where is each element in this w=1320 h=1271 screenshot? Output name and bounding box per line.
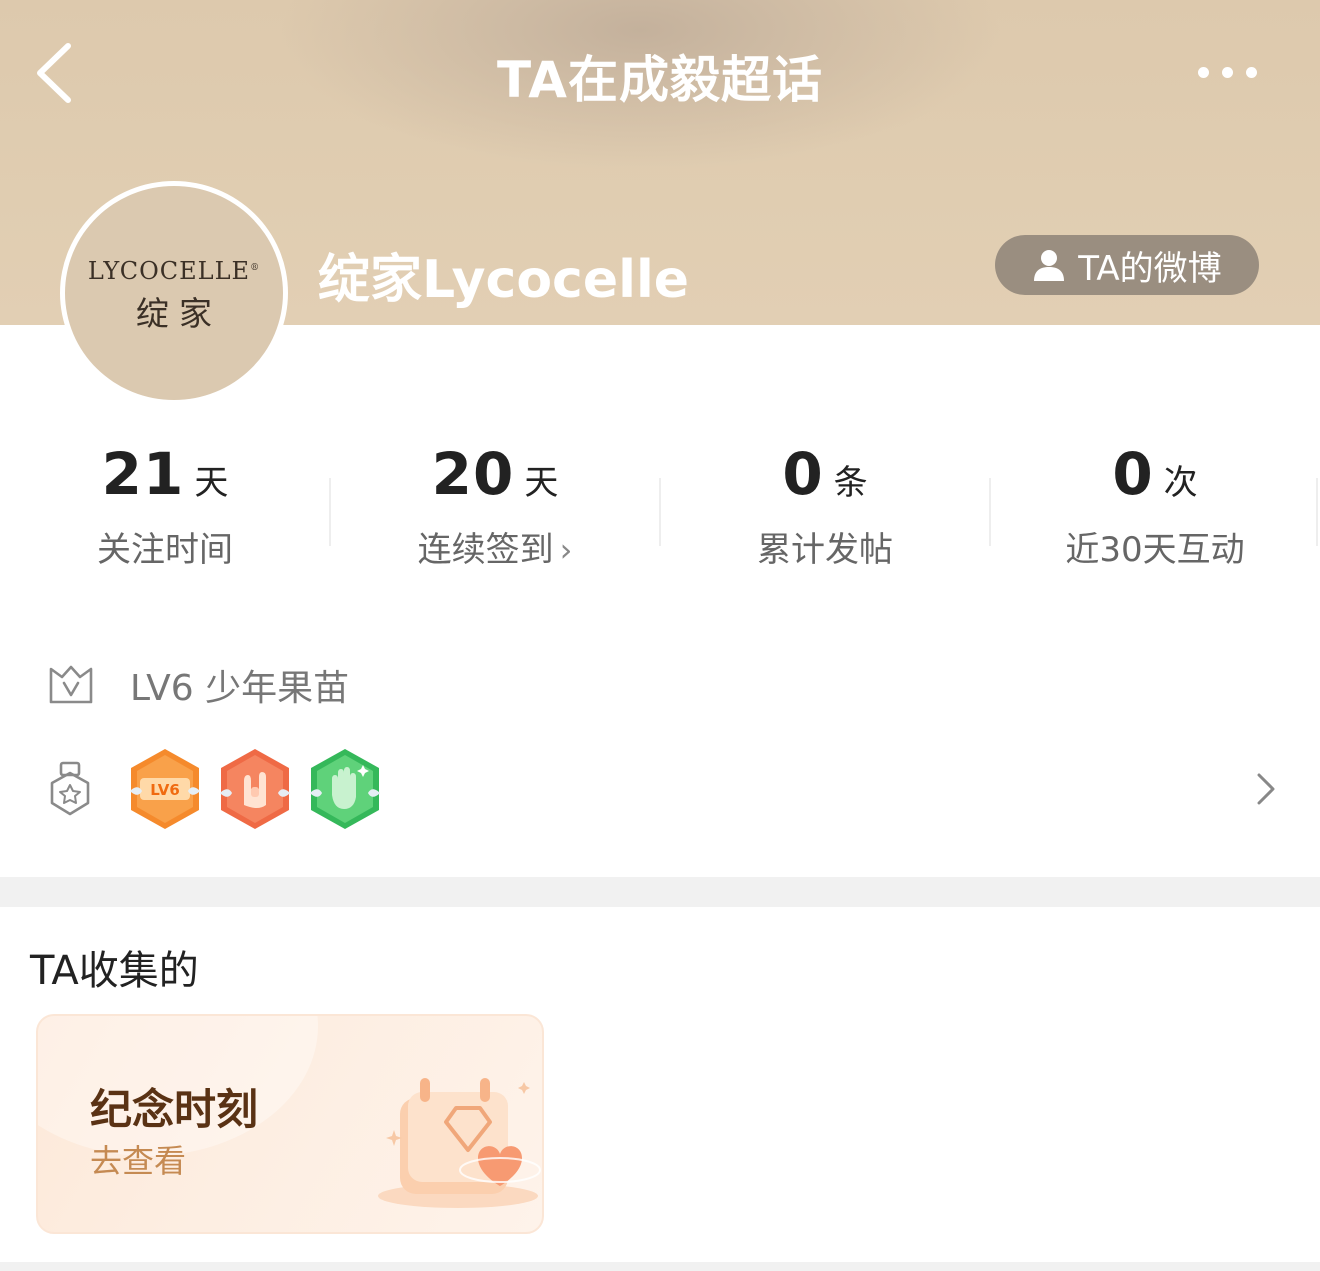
more-dots-icon	[1222, 67, 1233, 78]
ta-weibo-button[interactable]: TA的微博	[995, 235, 1259, 295]
stat-interactions: 0次 近30天互动	[990, 440, 1320, 590]
calendar-heart-icon	[378, 1078, 541, 1208]
avatar[interactable]: LYCOCELLE® 绽家	[60, 181, 288, 405]
collection-title: TA收集的	[30, 948, 199, 994]
chevron-right-icon	[1257, 773, 1275, 805]
medal-icon	[50, 761, 90, 816]
ta-weibo-label: TA的微博	[1078, 248, 1222, 289]
stat-unit: 天	[524, 463, 559, 503]
user-name: 绽家Lycocelle	[318, 250, 690, 310]
stat-label: 近30天互动	[1065, 530, 1245, 570]
card-subtitle: 去查看	[90, 1142, 187, 1180]
card-title: 纪念时刻	[90, 1085, 259, 1134]
stat-unit: 条	[833, 463, 868, 503]
page-title: TA在成毅超话	[497, 51, 823, 109]
stat-unit: 次	[1163, 463, 1198, 503]
lv6-badge-text: LV6	[150, 781, 180, 799]
section-divider	[0, 877, 1320, 907]
avatar-brand-text: LYCOCELLE®	[87, 257, 261, 285]
stat-divider	[329, 478, 331, 546]
stat-value: 20	[431, 440, 515, 508]
more-dots-icon	[1198, 67, 1209, 78]
rock-hand-badge[interactable]	[218, 747, 292, 831]
person-icon	[1034, 250, 1065, 281]
bottom-divider	[0, 1262, 1320, 1271]
level-row[interactable]: LV6 少年果苗	[48, 655, 349, 715]
stat-label: 关注时间	[97, 530, 233, 570]
stat-value: 0	[782, 440, 824, 508]
level-text: LV6 少年果苗	[130, 668, 350, 709]
stat-divider	[659, 478, 661, 546]
stat-label: 累计发帖	[757, 530, 893, 570]
badge-row[interactable]: LV6	[48, 745, 1298, 833]
memorial-moments-card[interactable]: 纪念时刻 去查看	[36, 1014, 544, 1234]
stat-value: 0	[1112, 440, 1154, 508]
stat-follow-time: 21 天 关注时间	[0, 440, 330, 590]
wave-hand-badge[interactable]	[308, 747, 382, 831]
stat-value: 21	[101, 440, 185, 508]
more-dots-icon	[1246, 67, 1257, 78]
more-button[interactable]	[1190, 55, 1270, 89]
level-crown-icon	[49, 665, 93, 704]
lv6-badge[interactable]: LV6	[128, 747, 202, 831]
stat-divider	[1316, 478, 1318, 546]
stat-divider	[989, 478, 991, 546]
stat-posts: 0条 累计发帖	[660, 440, 990, 590]
stat-checkin[interactable]: 20 天 连续签到 ›	[330, 440, 660, 590]
chevron-right-icon: ›	[559, 531, 573, 569]
stat-label: 连续签到	[417, 530, 554, 570]
stat-unit: 天	[194, 463, 229, 503]
avatar-cn-text: 绽家	[136, 294, 222, 333]
